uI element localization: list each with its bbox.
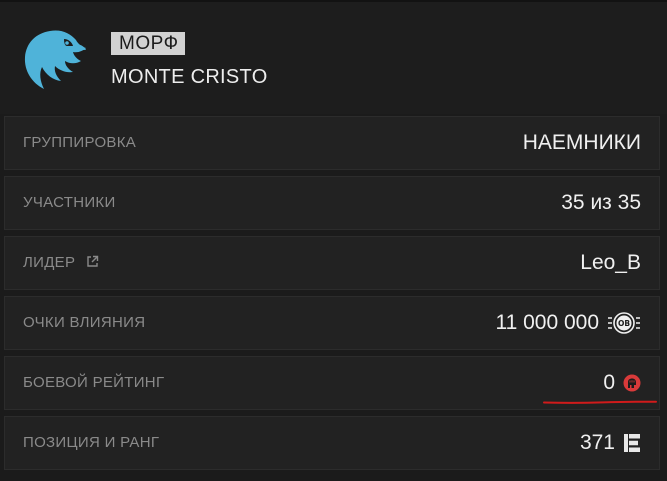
position-rank-value-text: 371	[579, 431, 615, 454]
row-influence-points: ОЧКИ ВЛИЯНИЯ 11 000 000 ОВ	[4, 296, 660, 350]
battle-rating-value-text: 0	[603, 371, 615, 394]
influence-points-value: 11 000 000 ОВ	[495, 297, 641, 349]
influence-points-label: ОЧКИ ВЛИЯНИЯ	[23, 314, 146, 331]
row-leader: ЛИДЕР Leo_B	[4, 236, 660, 290]
influence-points-value-text: 11 000 000	[495, 311, 599, 334]
leader-value[interactable]: Leo_B	[580, 237, 641, 289]
row-members: УЧАСТНИКИ 35 из 35	[4, 176, 660, 230]
external-link-icon[interactable]	[86, 255, 99, 268]
clan-info-panel: МОРФ MONTE CRISTO ГРУППИРОВКА НАЕМНИКИ У…	[0, 0, 667, 481]
faction-value-text: НАЕМНИКИ	[522, 131, 641, 154]
leader-label[interactable]: ЛИДЕР	[23, 237, 99, 289]
influence-points-icon-text: ОВ	[618, 319, 630, 328]
members-label: УЧАСТНИКИ	[23, 194, 116, 211]
rank-icon	[624, 434, 640, 452]
clan-header: МОРФ MONTE CRISTO	[0, 2, 667, 114]
fist-icon	[623, 374, 641, 392]
eagle-logo-icon	[24, 30, 87, 90]
members-value: 35 из 35	[561, 177, 641, 229]
clan-tag: МОРФ	[111, 32, 185, 55]
position-rank-label: ПОЗИЦИЯ И РАНГ	[23, 434, 160, 451]
position-rank-value: 371	[580, 417, 641, 469]
leader-name-link[interactable]: Leo_B	[580, 251, 641, 275]
faction-label: ГРУППИРОВКА	[23, 134, 137, 151]
members-value-text: 35 из 35	[561, 191, 641, 214]
leader-label-text: ЛИДЕР	[23, 254, 76, 271]
row-faction: ГРУППИРОВКА НАЕМНИКИ	[4, 116, 660, 170]
annotation-underline	[543, 400, 657, 404]
clan-name: MONTE CRISTO	[111, 66, 268, 88]
faction-value: НАЕМНИКИ	[523, 117, 641, 169]
battle-rating-label: БОЕВОЙ РЕЙТИНГ	[23, 374, 165, 391]
influence-points-icon: ОВ	[608, 312, 640, 334]
row-position-rank: ПОЗИЦИЯ И РАНГ 371	[4, 416, 660, 470]
